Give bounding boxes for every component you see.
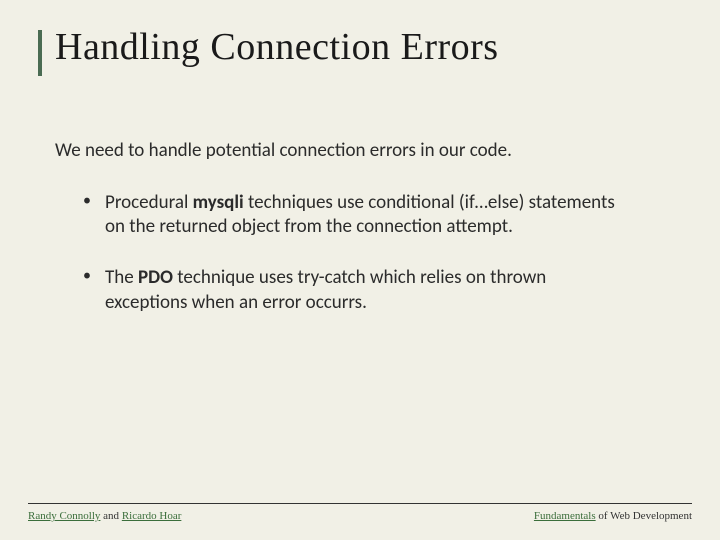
author-1: Randy Connolly [28, 510, 100, 522]
footer: Randy Connolly and Ricardo Hoar Fundamen… [28, 503, 692, 522]
author-joiner: and [100, 510, 121, 522]
book-title-rest: of Web Development [596, 510, 692, 522]
bullet-item: Procedural mysqli techniques use conditi… [83, 191, 615, 240]
accent-bar [38, 30, 42, 76]
bullet-list: Procedural mysqli techniques use conditi… [55, 191, 615, 316]
bullet-item: The PDO technique uses try-catch which r… [83, 266, 615, 315]
intro-text: We need to handle potential connection e… [55, 139, 585, 163]
footer-divider [28, 503, 692, 504]
book-title-strong: Fundamentals [534, 510, 596, 522]
author-2: Ricardo Hoar [122, 510, 182, 522]
bullet-pre: Procedural [105, 191, 193, 214]
footer-book: Fundamentals of Web Development [534, 510, 692, 522]
bullet-strong: mysqli [193, 191, 244, 214]
footer-authors: Randy Connolly and Ricardo Hoar [28, 510, 181, 522]
bullet-pre: The [105, 266, 138, 289]
slide-title: Handling Connection Errors [55, 25, 665, 69]
footer-row: Randy Connolly and Ricardo Hoar Fundamen… [28, 510, 692, 522]
bullet-strong: PDO [138, 266, 173, 289]
